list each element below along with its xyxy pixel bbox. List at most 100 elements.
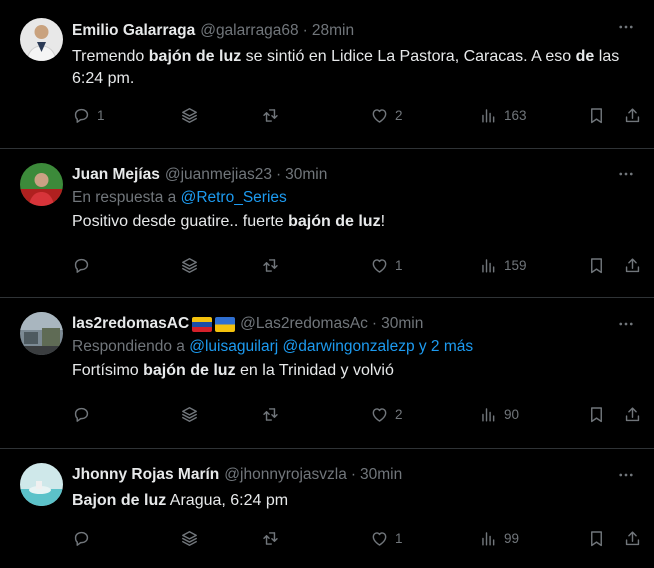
like-count: 1 [395, 258, 403, 273]
heart-icon [370, 256, 389, 275]
bookmark-icon [587, 256, 606, 275]
reply-button[interactable] [72, 529, 97, 548]
action-bar: 1 99 [72, 529, 644, 553]
like-button[interactable]: 2 [370, 106, 403, 125]
text-segment: Aragua, 6:24 pm [166, 492, 289, 509]
share-icon [623, 405, 642, 424]
text-segment: en la Trinidad y volvió [235, 362, 394, 379]
reply-context: Respondiendo a @luisaguilarj @darwingonz… [72, 338, 638, 356]
reply-icon [72, 256, 91, 275]
retweet-icon [261, 529, 280, 548]
retweet-button[interactable] [261, 106, 280, 125]
grok-stack-icon [180, 405, 199, 424]
timestamp[interactable]: 30min [360, 466, 402, 484]
reply-button[interactable]: 1 [72, 106, 105, 125]
views-button[interactable]: 90 [479, 405, 519, 424]
mention-link[interactable]: @luisaguilarj [189, 338, 278, 355]
view-count: 159 [504, 258, 527, 273]
mention-link[interactable]: @Retro_Series [181, 189, 287, 206]
reply-button[interactable] [72, 256, 97, 275]
avatar[interactable] [20, 163, 63, 206]
reply-count: 1 [97, 108, 105, 123]
view-count: 90 [504, 407, 520, 422]
separator: · [371, 315, 378, 332]
like-button[interactable]: 1 [370, 529, 403, 548]
share-button[interactable] [623, 106, 642, 125]
view-count: 163 [504, 108, 527, 123]
display-name[interactable]: Emilio Galarraga [72, 22, 195, 40]
like-count: 1 [395, 531, 403, 546]
bookmark-button[interactable] [587, 529, 606, 548]
tweet[interactable]: Juan Mejías @juanmejias23 · 30min En res… [0, 149, 654, 298]
display-name[interactable]: Jhonny Rojas Marín [72, 466, 219, 484]
views-button[interactable]: 159 [479, 256, 527, 275]
display-name[interactable]: Juan Mejías [72, 166, 160, 184]
grok-button[interactable] [180, 106, 199, 125]
bookmark-button[interactable] [587, 405, 606, 424]
bookmark-icon [587, 529, 606, 548]
view-count: 99 [504, 531, 520, 546]
reply-icon [72, 529, 91, 548]
retweet-icon [261, 106, 280, 125]
avatar[interactable] [20, 463, 63, 506]
reply-icon [72, 405, 91, 424]
text-highlight: bajón de luz [148, 48, 242, 65]
share-button[interactable] [623, 405, 642, 424]
action-bar: 2 90 [72, 405, 644, 429]
tweet[interactable]: Emilio Galarraga @galarraga68 · 28min Tr… [0, 0, 654, 149]
user-handle[interactable]: @Las2redomasAc [240, 315, 368, 333]
reply-prefix: En respuesta a [72, 189, 181, 206]
text-segment: se sintió en Lidice La Pastora, Caracas.… [241, 48, 576, 65]
share-button[interactable] [623, 529, 642, 548]
text-highlight: Bajon de luz [72, 492, 167, 509]
retweet-button[interactable] [261, 256, 280, 275]
timestamp[interactable]: 28min [312, 22, 354, 40]
action-bar: 1 159 [72, 256, 644, 280]
text-segment: Positivo desde guatire.. fuerte [72, 213, 289, 230]
text-segment: Fortísimo [72, 362, 144, 379]
separator: · [275, 166, 282, 183]
share-icon [623, 529, 642, 548]
tweet[interactable]: Jhonny Rojas Marín @jhonnyrojasvzla · 30… [0, 449, 654, 568]
timestamp[interactable]: 30min [285, 166, 327, 184]
views-button[interactable]: 163 [479, 106, 527, 125]
retweet-button[interactable] [261, 405, 280, 424]
display-name[interactable]: las2redomasAC [72, 315, 189, 333]
grok-button[interactable] [180, 256, 199, 275]
retweet-icon [261, 405, 280, 424]
mention-link[interactable]: @darwingonzalezp [283, 338, 415, 355]
like-button[interactable]: 1 [370, 256, 403, 275]
share-button[interactable] [623, 256, 642, 275]
tweet-text: Tremendo bajón de luz se sintió en Lidic… [72, 46, 638, 90]
views-chart-icon [479, 256, 498, 275]
reply-button[interactable] [72, 405, 97, 424]
user-handle[interactable]: @galarraga68 [200, 22, 298, 40]
views-button[interactable]: 99 [479, 529, 519, 548]
text-segment: Tremendo [72, 48, 149, 65]
tweet[interactable]: las2redomasAC @Las2redomasAc · 30min Res… [0, 298, 654, 449]
like-count: 2 [395, 108, 403, 123]
separator: · [350, 466, 357, 483]
bookmark-button[interactable] [587, 106, 606, 125]
user-handle[interactable]: @jhonnyrojasvzla [224, 466, 347, 484]
avatar[interactable] [20, 312, 63, 355]
grok-button[interactable] [180, 405, 199, 424]
timestamp[interactable]: 30min [381, 315, 423, 333]
heart-icon [370, 405, 389, 424]
like-button[interactable]: 2 [370, 405, 403, 424]
bookmark-button[interactable] [587, 256, 606, 275]
grok-stack-icon [180, 106, 199, 125]
bookmark-icon [587, 106, 606, 125]
text-segment: ! [380, 213, 386, 230]
reply-icon [72, 106, 91, 125]
retweet-button[interactable] [261, 529, 280, 548]
tweet-feed: Emilio Galarraga @galarraga68 · 28min Tr… [0, 0, 654, 568]
heart-icon [370, 106, 389, 125]
more-mentions-link[interactable]: y 2 más [419, 338, 473, 355]
avatar[interactable] [20, 18, 63, 61]
like-count: 2 [395, 407, 403, 422]
grok-button[interactable] [180, 529, 199, 548]
reply-context: En respuesta a @Retro_Series [72, 189, 638, 207]
text-highlight: bajón de luz [143, 362, 236, 379]
user-handle[interactable]: @juanmejias23 [165, 166, 272, 184]
